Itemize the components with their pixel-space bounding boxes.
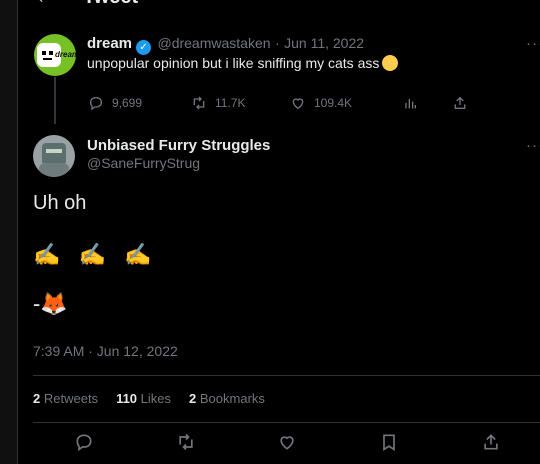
verified-icon: ✓	[136, 40, 152, 55]
reply-icon	[89, 96, 103, 111]
analytics-icon	[405, 99, 416, 109]
avatar-text: dream	[55, 50, 76, 59]
signature: -🦊	[33, 291, 68, 316]
left-sidebar-strip	[0, 0, 17, 464]
retweet-icon	[193, 96, 205, 110]
arrow-left-icon[interactable]: ←	[35, 0, 55, 9]
avatar[interactable]	[33, 135, 75, 177]
avatar[interactable]: dream	[34, 34, 76, 76]
page-title: Tweet	[83, 0, 138, 9]
bookmark-button[interactable]	[379, 432, 399, 457]
heart-icon	[292, 98, 304, 110]
analytics-button[interactable]	[402, 95, 418, 111]
tweet-text: unpopular opinion but i like sniffing my…	[87, 55, 399, 71]
share-icon	[484, 434, 498, 450]
share-button[interactable]	[452, 95, 468, 111]
tweet-header: dream ✓ @dreamwastaken · Jun 11, 2022	[87, 35, 365, 55]
share-button[interactable]	[481, 432, 501, 457]
retweet-count: 11.7K	[215, 96, 246, 110]
emoji-icon	[382, 55, 399, 71]
tweet-date[interactable]: Jun 11, 2022	[284, 35, 364, 51]
reply-count: 9,699	[112, 96, 143, 110]
emoji-line: ✍️ ✍️ ✍️	[33, 242, 158, 267]
column-border	[17, 0, 18, 464]
page-header: ← Tweet	[18, 0, 540, 12]
author-handle[interactable]: @dreamwastaken	[157, 35, 270, 51]
like-button[interactable]	[277, 432, 297, 457]
like-button[interactable]: 109.4K	[290, 95, 352, 111]
more-options-icon[interactable]: ···	[526, 137, 540, 154]
tweet-stats: 2 Retweets 110 Likes 2 Bookmarks	[33, 391, 265, 406]
retweet-button[interactable]	[176, 432, 196, 457]
thread-line	[54, 77, 56, 124]
likes-stat[interactable]: 110 Likes	[116, 391, 171, 406]
author-name[interactable]: dream	[87, 35, 132, 52]
divider	[33, 375, 540, 376]
reply-button[interactable]: 9,699	[88, 95, 142, 111]
more-options-icon[interactable]: ···	[526, 35, 540, 52]
reply-icon	[76, 434, 92, 452]
heart-icon	[280, 436, 294, 450]
tweet-text: Uh oh	[33, 192, 87, 214]
like-count: 109.4K	[314, 96, 353, 110]
retweet-button[interactable]: 11.7K	[191, 95, 245, 111]
divider	[33, 422, 540, 423]
share-icon	[454, 96, 466, 109]
retweets-stat[interactable]: 2 Retweets	[33, 391, 98, 406]
retweet-icon	[179, 433, 193, 451]
tweet-timestamp[interactable]: 7:39 AM · Jun 12, 2022	[33, 343, 178, 359]
bookmark-icon	[383, 434, 395, 452]
bookmarks-stat[interactable]: 2 Bookmarks	[189, 391, 265, 406]
author-name[interactable]: Unbiased Furry Struggles	[87, 137, 270, 154]
author-handle[interactable]: @SaneFurryStrug	[87, 155, 200, 171]
reply-button[interactable]	[74, 432, 94, 457]
